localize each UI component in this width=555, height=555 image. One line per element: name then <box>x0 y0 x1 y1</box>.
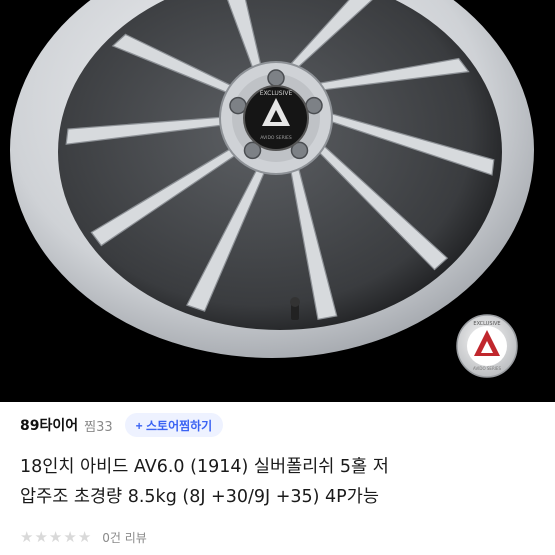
star-icon: ★ <box>77 528 92 546</box>
store-name[interactable]: 89타이어 <box>20 415 78 435</box>
star-icon: ★ <box>34 528 48 546</box>
product-title: 18인치 아비드 AV6.0 (1914) 실버폴리쉬 5홀 저 압주조 초경량… <box>20 452 540 512</box>
product-title-line-1: 18인치 아비드 AV6.0 (1914) 실버폴리쉬 5홀 저 <box>20 457 389 477</box>
badge-logo-text: EXCLUSIVE <box>473 321 500 327</box>
lug-nut <box>229 96 247 115</box>
review-row[interactable]: ★ ★ ★ ★ ★ 0건 리뷰 <box>20 527 147 547</box>
review-count: 0건 리뷰 <box>102 530 147 545</box>
product-info: 89타이어 찜33 + 스토어찜하기 18인치 아비드 AV6.0 (1914)… <box>0 402 555 555</box>
hub-logo-text: EXCLUSIVE <box>260 90 293 97</box>
star-icon: ★ <box>63 528 77 546</box>
rating-stars: ★ ★ ★ ★ ★ <box>20 528 92 546</box>
star-icon: ★ <box>20 528 34 546</box>
badge-center-cap: EXCLUSIVE AVIDO SERIES <box>456 314 518 378</box>
store-row: 89타이어 찜33 + 스토어찜하기 <box>20 412 224 438</box>
follow-store-button[interactable]: + 스토어찜하기 <box>124 413 224 437</box>
badge-series-text: AVIDO SERIES <box>473 366 501 371</box>
wheel-illustration: EXCLUSIVE AVIDO SERIES EXCLUSIVE AVIDO S… <box>10 0 534 378</box>
product-image[interactable]: EXCLUSIVE AVIDO SERIES EXCLUSIVE AVIDO S… <box>0 0 555 402</box>
star-icon: ★ <box>48 528 63 546</box>
zzim-count: 찜33 <box>84 419 113 435</box>
lug-nut <box>267 69 285 87</box>
lug-nut <box>305 96 323 115</box>
hub-series-text: AVIDO SERIES <box>260 135 292 141</box>
product-title-line-2: 압주조 초경량 8.5kg (8J +30/9J +35) 4P가능 <box>20 487 379 507</box>
